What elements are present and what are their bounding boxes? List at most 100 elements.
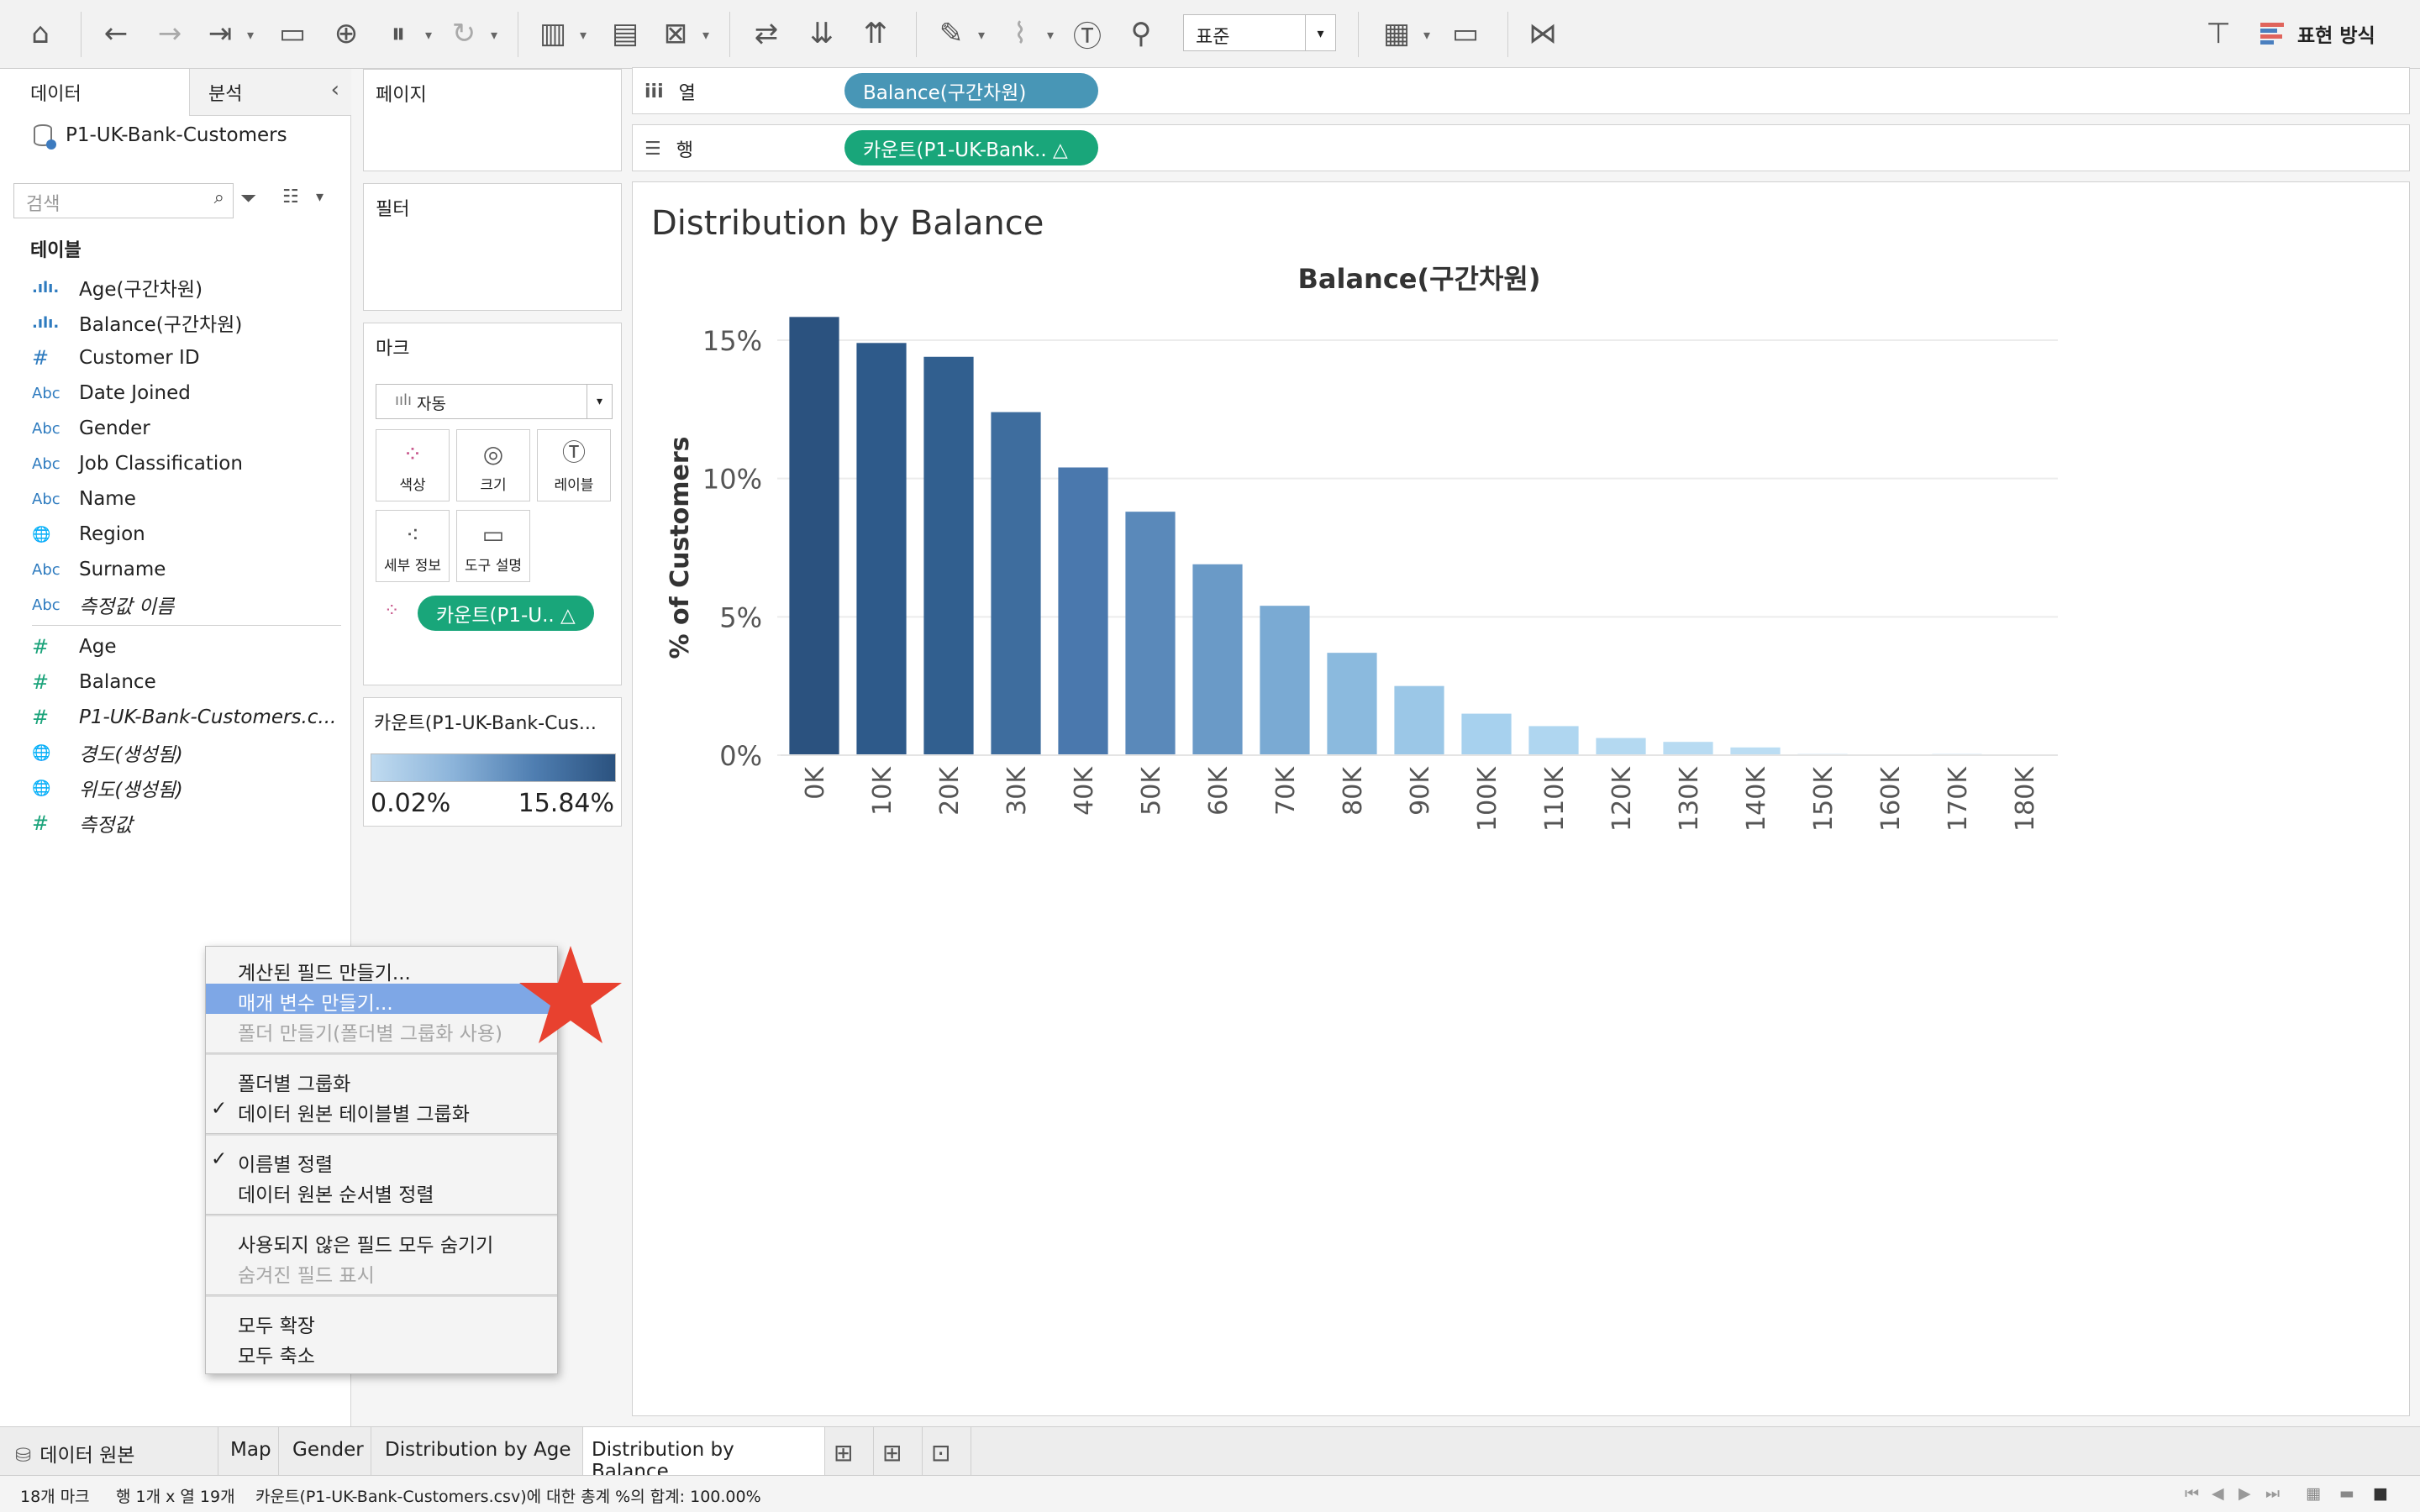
field-item[interactable]: Abc Surname xyxy=(32,553,166,586)
tab-analysis[interactable]: 분석 ‹ xyxy=(190,69,351,116)
field-item[interactable]: 🌐 경도(생성됨) xyxy=(32,736,183,769)
menu-item-expand-all[interactable]: 모두 확장 xyxy=(206,1306,557,1337)
group-icon[interactable]: ⌇ xyxy=(1002,15,1054,52)
swap-icon[interactable]: ⇄ xyxy=(748,15,785,52)
menu-item-group-by-table[interactable]: ✓ 데이터 원본 테이블별 그룹화 xyxy=(206,1095,557,1126)
tab-distribution-by-balance[interactable]: Distribution by Balance xyxy=(583,1427,825,1483)
new-dashboard-icon[interactable]: ⊞ xyxy=(874,1427,923,1476)
rows-shelf[interactable]: ☰ 행 카운트(P1-UK-Bank.. △ xyxy=(632,124,2410,171)
field-item[interactable]: .ılı. Balance(구간차원) xyxy=(32,306,242,339)
filmstrip-view-icon[interactable]: ▬ xyxy=(2339,1484,2354,1503)
field-item[interactable]: # Customer ID xyxy=(32,341,200,375)
share-icon[interactable]: ⋈ xyxy=(1524,15,1561,52)
filters-card[interactable]: 필터 xyxy=(363,183,622,311)
tab-view-icon[interactable]: ■ xyxy=(2373,1484,2388,1503)
detail-button[interactable]: ⁖ 세부 정보 xyxy=(376,510,450,582)
color-button[interactable]: ⁘ 색상 xyxy=(376,429,450,501)
field-item[interactable]: # P1-UK-Bank-Customers.c... xyxy=(32,701,336,734)
tab-datasource[interactable]: ⛁ 데이터 원본 xyxy=(0,1427,218,1476)
fit-select[interactable]: 표준 ▾ xyxy=(1183,14,1336,51)
nav-next-icon[interactable]: ▶ xyxy=(2238,1484,2251,1503)
sort-desc-icon[interactable]: ⇈ xyxy=(857,15,894,52)
field-item[interactable]: # Balance xyxy=(32,665,156,699)
menu-item-collapse-all[interactable]: 모두 축소 xyxy=(206,1336,557,1368)
format-painter-icon[interactable]: ⊤ xyxy=(2200,15,2237,52)
columns-shelf[interactable]: iii 열 Balance(구간차원) xyxy=(632,67,2410,114)
grid-view-icon[interactable]: ▦ xyxy=(2306,1484,2321,1503)
presentation-icon[interactable]: ▭ xyxy=(1447,15,1484,52)
pages-card[interactable]: 페이지 xyxy=(363,69,622,171)
field-item[interactable]: 🌐 위도(생성됨) xyxy=(32,771,183,805)
menu-item-show-hidden-fields[interactable]: 숨겨진 필드 표시 xyxy=(206,1256,557,1287)
menu-item-group-by-folder[interactable]: 폴더별 그룹화 xyxy=(206,1064,557,1095)
rows-pill[interactable]: 카운트(P1-UK-Bank.. △ xyxy=(844,130,1098,165)
tab-data[interactable]: 데이터 xyxy=(0,69,190,116)
new-worksheet-icon[interactable]: ▥ xyxy=(534,15,587,52)
x-tick-label: 140K xyxy=(1742,766,1771,832)
filter-icon[interactable]: ⏷ xyxy=(240,186,256,210)
field-item[interactable]: # 측정값 xyxy=(32,806,132,840)
sort-asc-icon[interactable]: ⇊ xyxy=(803,15,840,52)
menu-item-create-folder[interactable]: 폴더 만들기(폴더별 그룹화 사용) xyxy=(206,1014,557,1045)
datasource-name: P1-UK-Bank-Customers xyxy=(66,124,287,146)
field-item[interactable]: Abc Date Joined xyxy=(32,376,191,410)
clear-sheet-icon[interactable]: ⊠ xyxy=(657,15,709,52)
tooltip-label: 도구 설명 xyxy=(465,558,522,575)
redo-icon[interactable]: → xyxy=(151,15,188,52)
field-item[interactable]: Abc Name xyxy=(32,482,136,516)
duplicate-icon[interactable]: ▤ xyxy=(607,15,644,52)
tab-gender[interactable]: Gender xyxy=(279,1427,371,1476)
new-worksheet-icon[interactable]: ⊞ xyxy=(825,1427,874,1476)
field-label: Gender xyxy=(79,417,150,439)
field-item[interactable]: Abc Job Classification xyxy=(32,447,243,480)
bar xyxy=(1663,742,1713,755)
save-icon[interactable]: ▭ xyxy=(274,15,311,52)
list-view-icon[interactable]: ☷ xyxy=(282,186,299,207)
status-bar: 18개 마크 행 1개 x 열 19개 카운트(P1-UK-Bank-Custo… xyxy=(0,1475,2420,1512)
show-cards-icon[interactable]: ▦ xyxy=(1378,15,1430,52)
new-datasource-icon[interactable]: ⊕ xyxy=(328,15,365,52)
label-toggle-icon[interactable]: Ⓣ xyxy=(1069,15,1106,54)
menu-item-sort-by-name[interactable]: ✓ 이름별 정렬 xyxy=(206,1145,557,1176)
pause-updates-icon[interactable]: ⏸ xyxy=(380,15,433,52)
pin-icon[interactable]: ⚲ xyxy=(1123,15,1160,52)
field-item[interactable]: .ılı. Age(구간차원) xyxy=(32,270,203,304)
color-legend: 카운트(P1-UK-Bank-Cus... 0.02% 15.84% xyxy=(363,697,622,827)
mark-type-select[interactable]: ıılı 자동 ▾ xyxy=(376,384,613,419)
marks-color-pill[interactable]: 카운트(P1-U.. △ xyxy=(418,596,594,631)
search-input[interactable]: 검색 ⌕ xyxy=(13,183,234,218)
highlight-icon[interactable]: ✎ xyxy=(933,15,985,52)
nav-last-icon[interactable]: ⏭ xyxy=(2265,1484,2280,1503)
refresh-icon[interactable]: ↻ xyxy=(445,15,497,52)
tooltip-button[interactable]: ▭ 도구 설명 xyxy=(456,510,530,582)
field-label: 위도(생성됨) xyxy=(79,780,183,801)
field-item[interactable]: # Age xyxy=(32,630,116,664)
toolbar-divider xyxy=(729,12,730,57)
size-button[interactable]: ◎ 크기 xyxy=(456,429,530,501)
chevron-down-icon[interactable]: ▾ xyxy=(316,188,324,206)
undo-icon[interactable]: ← xyxy=(97,15,134,52)
new-story-icon[interactable]: ⊡ xyxy=(923,1427,971,1476)
number-icon: # xyxy=(32,670,50,694)
menu-item-hide-unused-fields[interactable]: 사용되지 않은 필드 모두 숨기기 xyxy=(206,1226,557,1257)
tab-distribution-by-age[interactable]: Distribution by Age xyxy=(371,1427,583,1476)
home-icon[interactable]: ⌂ xyxy=(22,15,59,52)
field-label: Date Joined xyxy=(79,382,191,404)
label-button[interactable]: Ⓣ 레이블 xyxy=(537,429,611,501)
replay-icon[interactable]: ⇥ xyxy=(202,15,254,52)
columns-pill[interactable]: Balance(구간차원) xyxy=(844,73,1098,108)
nav-prev-icon[interactable]: ◀ xyxy=(2212,1484,2224,1503)
tab-map[interactable]: Map xyxy=(218,1427,279,1476)
field-label: Name xyxy=(79,488,136,510)
field-item[interactable]: Abc Gender xyxy=(32,412,150,445)
menu-item-sort-by-source-order[interactable]: 데이터 원본 순서별 정렬 xyxy=(206,1175,557,1206)
nav-first-icon[interactable]: ⏮ xyxy=(2185,1484,2199,1503)
collapse-icon[interactable]: ‹ xyxy=(331,77,339,102)
field-item[interactable]: Abc 측정값 이름 xyxy=(32,588,174,622)
menu-item-create-parameter[interactable]: 매개 변수 만들기... xyxy=(206,984,557,1015)
legend-gradient[interactable] xyxy=(371,753,616,782)
field-item[interactable]: 🌐 Region xyxy=(32,517,145,551)
show-me-button[interactable]: 표현 방식 xyxy=(2260,17,2375,50)
menu-item-create-calculated-field[interactable]: 계산된 필드 만들기... xyxy=(206,953,557,984)
datasource-item[interactable]: P1-UK-Bank-Customers xyxy=(34,124,287,150)
